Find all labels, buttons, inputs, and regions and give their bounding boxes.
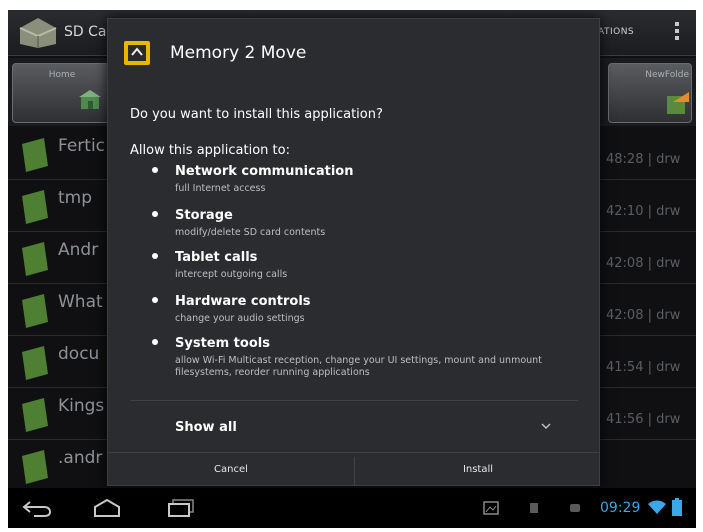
permission-desc: change your audio settings bbox=[175, 313, 305, 324]
folder-icon bbox=[22, 138, 48, 172]
folder-icon bbox=[22, 346, 48, 380]
bullet-icon bbox=[152, 167, 158, 173]
memory-app-icon bbox=[124, 41, 150, 65]
permission-title: Tablet calls bbox=[175, 250, 258, 265]
permission-desc: full Internet access bbox=[175, 183, 266, 194]
folder-icon bbox=[22, 398, 48, 432]
back-icon[interactable] bbox=[22, 498, 52, 518]
install-dialog: Memory 2 Move Do you want to install thi… bbox=[107, 18, 600, 486]
home-nav-icon[interactable] bbox=[92, 498, 122, 518]
tablet-screen: SD Car ATIONS Home NewFolde Fertic 48:28… bbox=[8, 10, 696, 528]
file-meta: 42:08 | drw bbox=[606, 308, 681, 323]
file-name: .andr bbox=[58, 448, 103, 468]
bullet-icon bbox=[152, 211, 158, 217]
file-name: docu bbox=[58, 344, 100, 364]
new-folder-icon bbox=[667, 92, 689, 114]
file-name: Andr bbox=[58, 240, 99, 260]
dialog-title-bar: Memory 2 Move bbox=[108, 19, 599, 83]
dialog-title: Memory 2 Move bbox=[170, 43, 307, 63]
battery-icon bbox=[672, 498, 682, 516]
cancel-button[interactable]: Cancel bbox=[108, 453, 354, 487]
bullet-icon bbox=[152, 297, 158, 303]
dialog-button-bar: Cancel Install bbox=[108, 452, 599, 487]
bullet-icon bbox=[152, 339, 158, 345]
navigation-bar: 09:29 bbox=[8, 488, 696, 528]
bullet-icon bbox=[152, 253, 158, 259]
file-name: What bbox=[58, 292, 103, 312]
sd-card-app-icon bbox=[19, 18, 57, 48]
show-all-row[interactable]: Show all bbox=[108, 401, 599, 451]
permission-title: Network communication bbox=[175, 164, 354, 179]
file-name: Kings bbox=[58, 396, 105, 416]
permission-title: Hardware controls bbox=[175, 294, 311, 309]
wifi-icon bbox=[648, 500, 666, 514]
file-name: Fertic bbox=[58, 136, 106, 156]
notification-icon bbox=[570, 504, 580, 512]
status-clock: 09:29 bbox=[600, 500, 641, 516]
folder-icon bbox=[22, 190, 48, 224]
overflow-menu-icon[interactable] bbox=[672, 20, 682, 46]
folder-icon bbox=[22, 450, 48, 484]
permission-desc: intercept outgoing calls bbox=[175, 269, 288, 280]
permission-desc: allow Wi-Fi Multicast reception, change … bbox=[175, 355, 542, 378]
new-folder-button[interactable]: NewFolde bbox=[608, 63, 692, 123]
usb-icon bbox=[530, 503, 538, 513]
header-action-label[interactable]: ATIONS bbox=[598, 27, 634, 37]
permission-title: Storage bbox=[175, 208, 233, 223]
folder-icon bbox=[22, 242, 48, 276]
allow-label: Allow this application to: bbox=[130, 143, 290, 158]
file-meta: 41:56 | drw bbox=[606, 412, 681, 427]
chevron-down-icon bbox=[541, 423, 551, 429]
install-question: Do you want to install this application? bbox=[130, 107, 383, 122]
permission-title: System tools bbox=[175, 336, 270, 351]
permission-desc: modify/delete SD card contents bbox=[175, 227, 326, 238]
folder-icon bbox=[22, 294, 48, 328]
file-meta: 42:08 | drw bbox=[606, 256, 681, 271]
file-name: tmp bbox=[58, 188, 93, 208]
file-meta: 48:28 | drw bbox=[606, 152, 681, 167]
screenshot-icon bbox=[483, 501, 499, 515]
show-all-label: Show all bbox=[175, 420, 237, 435]
home-button[interactable]: Home bbox=[12, 63, 112, 123]
install-button[interactable]: Install bbox=[355, 453, 601, 487]
app-title: SD Car bbox=[64, 24, 113, 40]
new-folder-button-label: NewFolde bbox=[645, 70, 689, 80]
home-icon bbox=[79, 90, 101, 109]
file-meta: 42:10 | drw bbox=[606, 204, 681, 219]
home-button-label: Home bbox=[48, 70, 76, 80]
file-meta: 41:54 | drw bbox=[606, 360, 681, 375]
recent-apps-icon[interactable] bbox=[166, 498, 196, 518]
